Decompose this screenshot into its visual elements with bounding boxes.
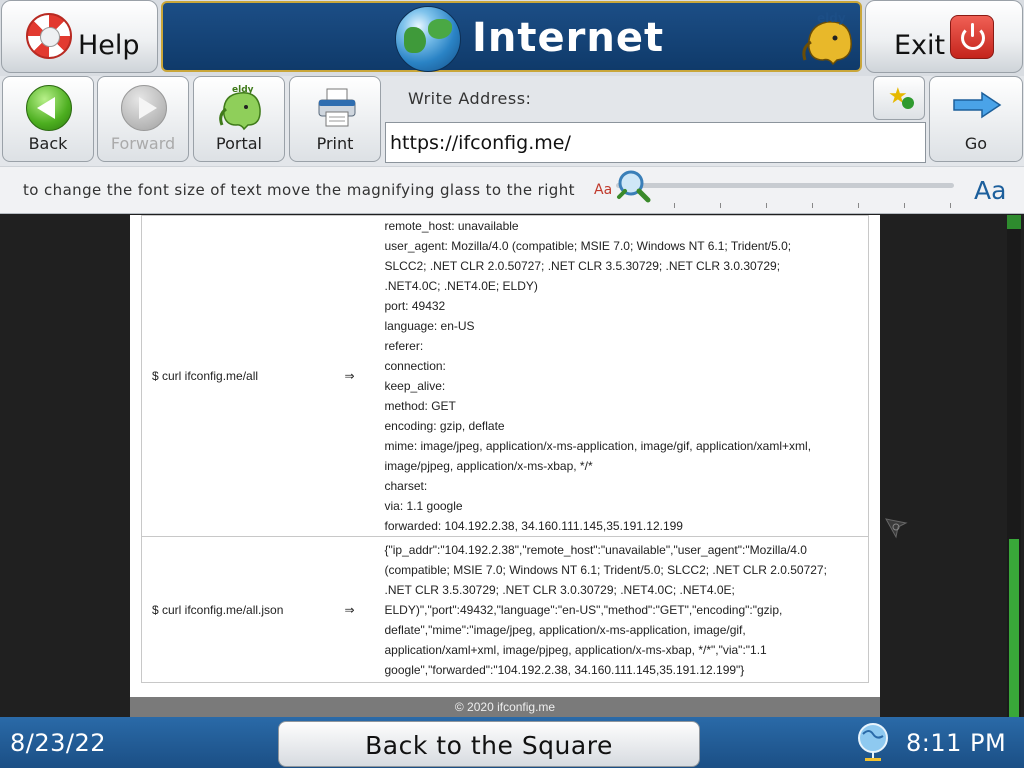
value-line: referer: — [384, 339, 424, 353]
font-size-slider-track[interactable] — [616, 183, 954, 188]
current-time: 8:11 PM — [906, 729, 1007, 757]
portal-label: Portal — [216, 134, 262, 153]
command-cell: $ curl ifconfig.me/all.json — [141, 536, 345, 683]
network-status-icon — [858, 723, 888, 761]
value-line: via: 1.1 google — [384, 499, 463, 513]
address-label: Write Address: — [408, 89, 532, 108]
slider-tick — [674, 203, 675, 208]
value-line: application/xaml+xml, image/pjpeg, appli… — [384, 642, 767, 657]
eldy-elephant-icon: eldy — [219, 85, 261, 131]
back-label: Back — [28, 134, 68, 153]
value-line: {"ip_addr":"104.192.2.38","remote_host":… — [384, 542, 807, 557]
eldy-logo-text: eldy — [817, 11, 846, 25]
eldy-browser-screen: Help Internet eldy Exit Back Forward eld… — [0, 0, 1024, 768]
value-line: method: GET — [384, 399, 456, 413]
ifconfig-table: $ curl ifconfig.me/all ⇒ remote_host: un… — [141, 215, 869, 683]
back-to-square-label: Back to the Square — [365, 731, 613, 760]
back-arrow-icon — [26, 85, 72, 131]
table-row: $ curl ifconfig.me/all ⇒ remote_host: un… — [141, 215, 869, 537]
current-date: 8/23/22 — [10, 729, 107, 757]
value-line: encoding: gzip, deflate — [384, 419, 505, 433]
scroll-up-button[interactable] — [1007, 215, 1021, 229]
forward-arrow-icon — [121, 85, 167, 131]
pointer-cursor-icon — [885, 518, 908, 539]
value-line: keep_alive: — [384, 379, 446, 393]
value-line: .NET4.0C; .NET4.0E; ELDY) — [384, 279, 538, 293]
table-row: $ curl ifconfig.me/all.json ⇒ {"ip_addr"… — [141, 536, 869, 683]
help-label: Help — [78, 30, 140, 61]
command-cell: $ curl ifconfig.me/all — [141, 215, 345, 537]
forward-button[interactable]: Forward — [97, 76, 189, 162]
navigation-toolbar: Back Forward eldy Portal Print Write Add… — [0, 76, 1024, 166]
help-button[interactable]: Help — [1, 0, 158, 73]
vertical-scrollbar[interactable] — [1007, 215, 1021, 717]
print-button[interactable]: Print — [289, 76, 381, 162]
arrow-icon: ⇒ — [344, 536, 381, 683]
value-cell: {"ip_addr":"104.192.2.38","remote_host":… — [380, 536, 869, 683]
go-arrow-icon — [953, 91, 1002, 119]
value-line: google","forwarded":"104.192.2.38, 34.16… — [384, 662, 745, 677]
title-banner: Internet eldy — [161, 1, 862, 72]
portal-logo-text: eldy — [232, 85, 254, 95]
back-to-square-button[interactable]: Back to the Square — [278, 721, 700, 767]
value-line: mime: image/jpeg, application/x-ms-appli… — [384, 439, 812, 453]
bottom-bar: 8/23/22 Back to the Square 8:11 PM — [0, 717, 1024, 768]
page-footer: © 2020 ifconfig.me — [130, 697, 880, 717]
slider-tick — [720, 203, 721, 208]
title-bar: Help Internet eldy Exit — [0, 0, 1024, 76]
printer-icon — [318, 88, 356, 127]
large-font-label: Aa — [974, 176, 1007, 205]
scrollbar-thumb[interactable] — [1009, 539, 1019, 717]
font-size-bar: to change the font size of text move the… — [0, 166, 1024, 214]
address-input[interactable] — [385, 122, 926, 163]
add-badge-icon — [902, 97, 914, 109]
web-page: $ curl ifconfig.me/all ⇒ remote_host: un… — [130, 215, 880, 717]
exit-button[interactable]: Exit — [865, 0, 1023, 73]
go-button[interactable]: Go — [929, 76, 1023, 162]
forward-label: Forward — [110, 134, 176, 153]
slider-tick — [904, 203, 905, 208]
value-line: .NET CLR 3.5.30729; .NET CLR 3.0.30729; … — [384, 582, 735, 597]
value-line: image/pjpeg, application/x-ms-xbap, */* — [384, 459, 593, 473]
value-line: connection: — [384, 359, 446, 373]
value-line: SLCC2; .NET CLR 2.0.50727; .NET CLR 3.5.… — [384, 259, 781, 273]
slider-tick — [858, 203, 859, 208]
lifebuoy-icon — [26, 13, 72, 59]
slider-tick — [766, 203, 767, 208]
value-line: remote_host: unavailable — [384, 219, 519, 233]
web-content-area: $ curl ifconfig.me/all ⇒ remote_host: un… — [0, 215, 1024, 717]
value-line: ELDY)","port":49432,"language":"en-US","… — [384, 602, 783, 617]
slider-tick — [812, 203, 813, 208]
value-line: deflate","mime":"image/jpeg, application… — [384, 622, 746, 637]
portal-button[interactable]: eldy Portal — [193, 76, 285, 162]
small-font-label: Aa — [594, 182, 613, 198]
eldy-logo-icon: eldy — [802, 11, 852, 66]
value-line: forwarded: 104.192.2.38, 34.160.111.145,… — [384, 519, 683, 533]
exit-label: Exit — [894, 30, 946, 61]
globe-icon — [395, 6, 461, 72]
go-label: Go — [964, 134, 988, 153]
power-icon — [950, 15, 994, 59]
print-label: Print — [316, 134, 354, 153]
add-favorite-button[interactable]: ★ — [873, 76, 925, 120]
arrow-icon: ⇒ — [344, 215, 381, 537]
back-button[interactable]: Back — [2, 76, 94, 162]
value-line: user_agent: Mozilla/4.0 (compatible; MSI… — [384, 239, 792, 253]
value-line: language: en-US — [384, 319, 475, 333]
value-line: (compatible; MSIE 7.0; Windows NT 6.1; T… — [384, 562, 827, 577]
value-cell: remote_host: unavailable user_agent: Moz… — [380, 215, 869, 537]
magnifier-slider-handle-icon[interactable] — [615, 167, 651, 203]
value-line: charset: — [384, 479, 428, 493]
slider-tick — [950, 203, 951, 208]
value-line: port: 49432 — [384, 299, 446, 313]
font-size-hint: to change the font size of text move the… — [23, 181, 575, 199]
page-title: Internet — [472, 15, 665, 61]
